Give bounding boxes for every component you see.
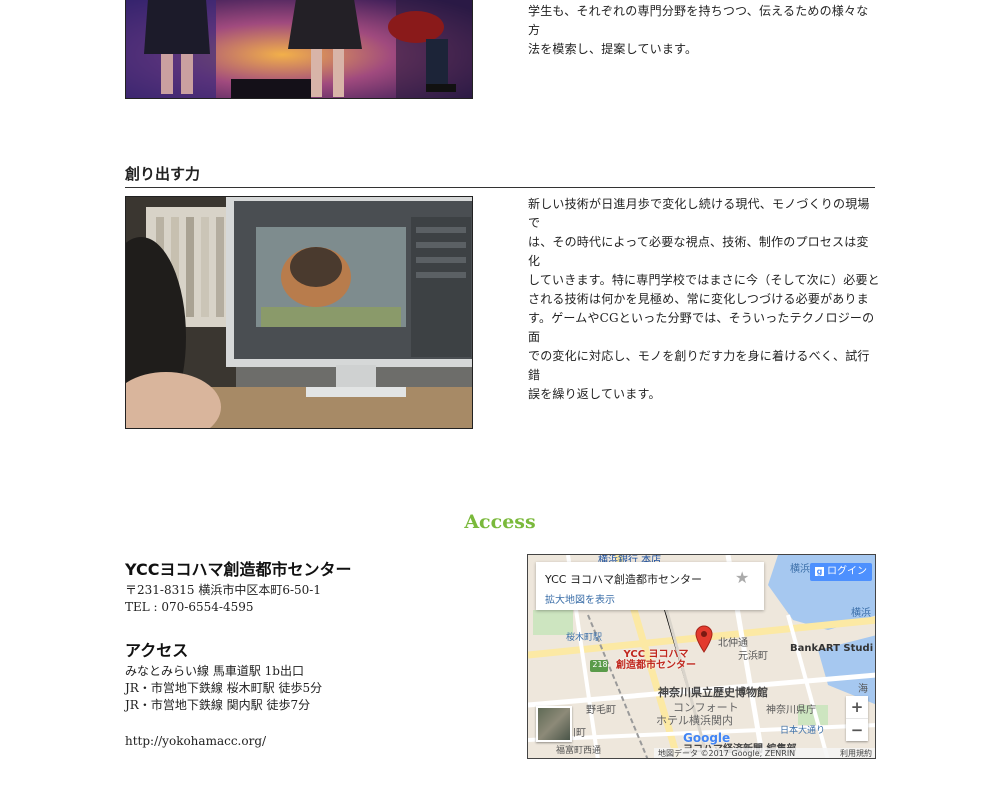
section1-text-line: 学生も、それぞれの専門分野を持ちつつ、伝えるための様々な方 bbox=[528, 4, 869, 37]
map-login-button[interactable]: g ログイン bbox=[810, 563, 872, 581]
map-label: 桜木町駅 bbox=[566, 633, 603, 643]
star-icon[interactable]: ★ bbox=[735, 568, 749, 587]
access-title: Access bbox=[464, 511, 536, 533]
map-label: 横浜 bbox=[851, 608, 871, 619]
section1-text: 学生も、それぞれの専門分野を持ちつつ、伝えるための様々な方 法を模索し、提案して… bbox=[528, 2, 878, 59]
pin-label-line: YCC ヨコハマ bbox=[623, 649, 689, 660]
google-g-icon: g bbox=[815, 567, 824, 576]
map-terms-link[interactable]: 利用規約 bbox=[840, 748, 872, 758]
section2-text-line: 新しい技術が日進月歩で変化し続ける現代、モノづくりの現場で bbox=[528, 197, 870, 230]
enlarge-map-link[interactable]: 拡大地図を表示 bbox=[545, 591, 615, 606]
map-card-title: YCC ヨコハマ創造都市センター bbox=[545, 573, 702, 586]
section2-text-line: される技術は何かを見極め、常に変化しつづける必要がありま bbox=[528, 292, 869, 306]
concert-photo bbox=[125, 0, 473, 99]
cg-workstation-photo bbox=[125, 196, 473, 429]
map-label: 元浜町 bbox=[738, 651, 768, 662]
section2-text-line: す。ゲームやCGといった分野では、そういったテクノロジーの面 bbox=[528, 311, 875, 344]
map-label: 日本大通り bbox=[780, 726, 826, 736]
access-info: YCCヨコハマ創造都市センター 〒231-8315 横浜市中区本町6-50-1 … bbox=[125, 556, 485, 750]
zoom-in-button[interactable]: + bbox=[846, 696, 868, 719]
route-shield-label: 218 bbox=[592, 660, 608, 669]
section2-text-line: は、その時代によって必要な視点、技術、制作のプロセスは変化 bbox=[528, 235, 869, 268]
pin-label: YCC ヨコハマ 創造都市センター bbox=[616, 649, 696, 671]
route-item: みなとみらい線 馬車道駅 1b出口 bbox=[125, 664, 304, 678]
pin-label-line: 創造都市センター bbox=[616, 660, 696, 671]
map-label: 野毛町 bbox=[586, 705, 616, 716]
login-label: ログイン bbox=[827, 566, 867, 577]
zoom-out-button[interactable]: − bbox=[846, 719, 868, 741]
cg-workstation-image bbox=[126, 197, 472, 428]
map-label: ホテル横浜関内 bbox=[656, 714, 733, 727]
google-logo: Google bbox=[683, 731, 731, 745]
website-link[interactable]: http://yokohamacc.org/ bbox=[125, 734, 266, 748]
route-item: JR・市営地下鉄線 関内駅 徒歩7分 bbox=[125, 698, 311, 712]
section1-text-line: 法を模索し、提案しています。 bbox=[528, 42, 698, 56]
section2-text-line: での変化に対応し、モノを創りだす力を身に着けるべく、試行錯 bbox=[528, 349, 870, 382]
satellite-toggle[interactable] bbox=[536, 706, 572, 742]
map-copyright: 地図データ ©2017 Google, ZENRIN bbox=[658, 749, 796, 758]
google-map[interactable]: 横浜銀行 本店 横浜ワー 横浜 桜木町駅 北仲通 元浜町 BankART Stu… bbox=[527, 554, 876, 759]
access-heading: アクセス bbox=[125, 641, 189, 660]
route-item: JR・市営地下鉄線 桜木町駅 徒歩5分 bbox=[125, 681, 323, 695]
concert-photo-image bbox=[126, 0, 472, 98]
section2-text-line: していきます。特に専門学校ではまさに今（そして次に）必要と bbox=[528, 273, 880, 287]
map-label: 神奈川県庁 bbox=[766, 705, 816, 716]
map-footer: 地図データ ©2017 Google, ZENRIN 利用規約 bbox=[654, 748, 875, 758]
map-label: 福富町西通 bbox=[556, 746, 602, 756]
section2-divider bbox=[125, 187, 875, 188]
website-row: http://yokohamacc.org/ bbox=[125, 733, 485, 750]
telephone: TEL : 070-6554-4595 bbox=[125, 600, 254, 614]
map-info-card: YCC ヨコハマ創造都市センター 拡大地図を表示 ★ bbox=[536, 562, 764, 610]
section2-title: 創り出す力 bbox=[125, 165, 201, 183]
map-label: 神奈川県立歴史博物館 bbox=[658, 686, 768, 699]
zoom-control: + − bbox=[846, 696, 868, 741]
venue-name: YCCヨコハマ創造都市センター bbox=[125, 560, 352, 579]
map-label: BankART Studi bbox=[790, 643, 874, 654]
section2-text-line: 誤を繰り返しています。 bbox=[528, 387, 661, 401]
postal-address: 〒231-8315 横浜市中区本町6-50-1 bbox=[125, 583, 321, 597]
section2-text: 新しい技術が日進月歩で変化し続ける現代、モノづくりの現場で は、その時代によって… bbox=[528, 195, 880, 404]
map-pin-icon[interactable] bbox=[695, 625, 713, 653]
